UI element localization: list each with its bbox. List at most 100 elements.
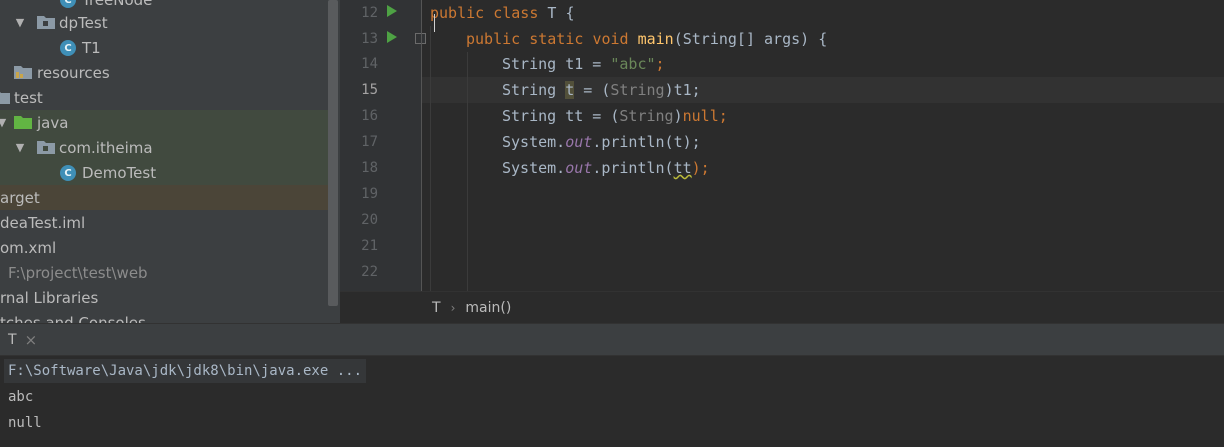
code-text: .println(t); <box>592 133 701 151</box>
tree-item-scratches[interactable]: tches and Consoles <box>0 310 328 324</box>
line-number: 18 <box>361 160 378 176</box>
code-text: System. <box>502 159 566 177</box>
code-line-12[interactable]: public class T { <box>430 0 575 26</box>
code-text: ) <box>673 107 683 125</box>
tree-item-label: deaTest.iml <box>0 213 86 232</box>
tree-item-target[interactable]: arget <box>0 185 328 210</box>
tree-item-label: TreeNode <box>82 0 152 9</box>
tree-item-test[interactable]: test <box>0 85 328 110</box>
tree-item-label: java <box>37 113 69 132</box>
class-icon: C <box>60 0 76 8</box>
method-name: main <box>637 30 674 48</box>
tree-item-label: tches and Consoles <box>0 313 146 324</box>
tree-item-demotest[interactable]: C DemoTest <box>0 160 328 185</box>
line-number: 15 <box>361 82 378 98</box>
code-text: ; <box>718 107 728 125</box>
class-icon: C <box>60 165 76 181</box>
test-source-folder-icon <box>14 116 32 129</box>
chevron-right-icon: › <box>450 300 456 315</box>
run-console[interactable]: F:\Software\Java\jdk\jdk8\bin\java.exe .… <box>0 356 1224 447</box>
console-output-line: abc <box>8 389 34 405</box>
project-tree: C TreeNode ▼ dpTest C T1 resources test … <box>0 0 340 323</box>
tree-item-pom[interactable]: om.xml <box>0 235 328 260</box>
tree-item-label: com.itheima <box>59 138 153 157</box>
run-class-icon[interactable] <box>387 5 397 17</box>
code-text: String <box>502 81 566 99</box>
code-text: System. <box>502 133 566 151</box>
code-text: ; <box>655 55 665 73</box>
tree-item-label: DemoTest <box>82 163 157 182</box>
breadcrumb-class[interactable]: T <box>432 300 441 316</box>
line-number: 14 <box>361 56 378 72</box>
tree-item-label: rnal Libraries <box>0 288 99 307</box>
tree-item-label: T1 <box>82 38 101 57</box>
indent-guide <box>430 26 431 291</box>
code-text: )t1; <box>664 81 701 99</box>
line-number: 20 <box>361 212 378 228</box>
expand-arrow-icon[interactable]: ▼ <box>14 16 26 29</box>
text-cursor <box>434 14 435 32</box>
run-main-icon[interactable] <box>387 31 397 43</box>
breadcrumb: T › main() <box>340 291 1224 323</box>
resources-folder-icon <box>14 66 32 79</box>
keyword: public <box>430 4 485 22</box>
tree-item-t1[interactable]: C T1 <box>0 35 328 60</box>
tree-item-label: dpTest <box>59 13 108 32</box>
line-number: 17 <box>361 134 378 150</box>
keyword: null <box>682 107 719 125</box>
tree-item-label: resources <box>37 63 110 82</box>
folder-icon <box>0 92 10 104</box>
line-number: 21 <box>361 238 378 254</box>
tree-item-label: arget <box>0 188 40 207</box>
indent-guide <box>467 52 468 291</box>
keyword: void <box>592 30 629 48</box>
redundant-cast: String <box>610 81 665 99</box>
code-editor[interactable]: 12 13 14 15 16 17 18 19 20 21 22 public … <box>340 0 1224 291</box>
tree-item-resources[interactable]: resources <box>0 60 328 85</box>
code-line-15[interactable]: String t = (String)t1; <box>502 77 701 103</box>
tree-item-label: om.xml <box>0 238 57 257</box>
class-icon: C <box>60 40 76 56</box>
code-text: String t1 = <box>502 55 611 73</box>
code-text: ); <box>691 159 710 177</box>
run-tab[interactable]: T × <box>0 324 45 356</box>
tree-item-iml[interactable]: deaTest.iml <box>0 210 328 235</box>
tree-item-dptest[interactable]: ▼ dpTest <box>0 10 328 35</box>
expand-arrow-icon[interactable]: ▼ <box>0 116 8 129</box>
tree-item-external-libraries[interactable]: rnal Libraries <box>0 285 328 310</box>
keyword: static <box>529 30 584 48</box>
code-line-17[interactable]: System.out.println(t); <box>502 129 701 155</box>
tree-item-label: F:\project\test\web <box>8 263 148 282</box>
tree-item-com-itheima[interactable]: ▼ com.itheima <box>0 135 328 160</box>
package-icon <box>37 141 55 154</box>
code-text: { <box>556 4 575 22</box>
tree-item-module-path[interactable]: F:\project\test\web <box>0 260 328 285</box>
run-tab-label: T <box>8 332 17 348</box>
code-line-13[interactable]: public static void main(String[] args) { <box>466 26 827 52</box>
line-number: 22 <box>361 264 378 280</box>
editor-gutter: 12 13 14 15 16 17 18 19 20 21 22 <box>340 0 426 291</box>
static-field: out <box>565 133 593 151</box>
code-line-14[interactable]: String t1 = "abc"; <box>502 51 665 77</box>
keyword: public <box>466 30 521 48</box>
code-line-16[interactable]: String tt = (String)null; <box>502 103 728 129</box>
close-icon[interactable]: × <box>25 331 38 349</box>
expand-arrow-icon[interactable]: ▼ <box>14 141 26 154</box>
string-literal: "abc" <box>610 55 656 73</box>
tree-scrollbar[interactable] <box>328 0 338 306</box>
line-number: 13 <box>361 31 378 47</box>
tree-item-label: test <box>14 88 43 107</box>
line-number: 16 <box>361 108 378 124</box>
gutter-divider <box>421 0 422 291</box>
run-tool-window-tabs: T × <box>0 323 1224 356</box>
breadcrumb-method[interactable]: main() <box>465 300 511 316</box>
code-text: (String[] args) { <box>673 30 828 48</box>
static-field: out <box>565 159 593 177</box>
console-output-line: null <box>8 415 42 431</box>
redundant-cast: String <box>619 107 674 125</box>
code-text: = ( <box>574 81 611 99</box>
tree-item-java[interactable]: ▼ java <box>0 110 328 135</box>
code-text: String tt = ( <box>502 107 620 125</box>
code-line-18[interactable]: System.out.println(tt); <box>502 155 710 181</box>
console-command-line[interactable]: F:\Software\Java\jdk\jdk8\bin\java.exe .… <box>4 359 367 383</box>
